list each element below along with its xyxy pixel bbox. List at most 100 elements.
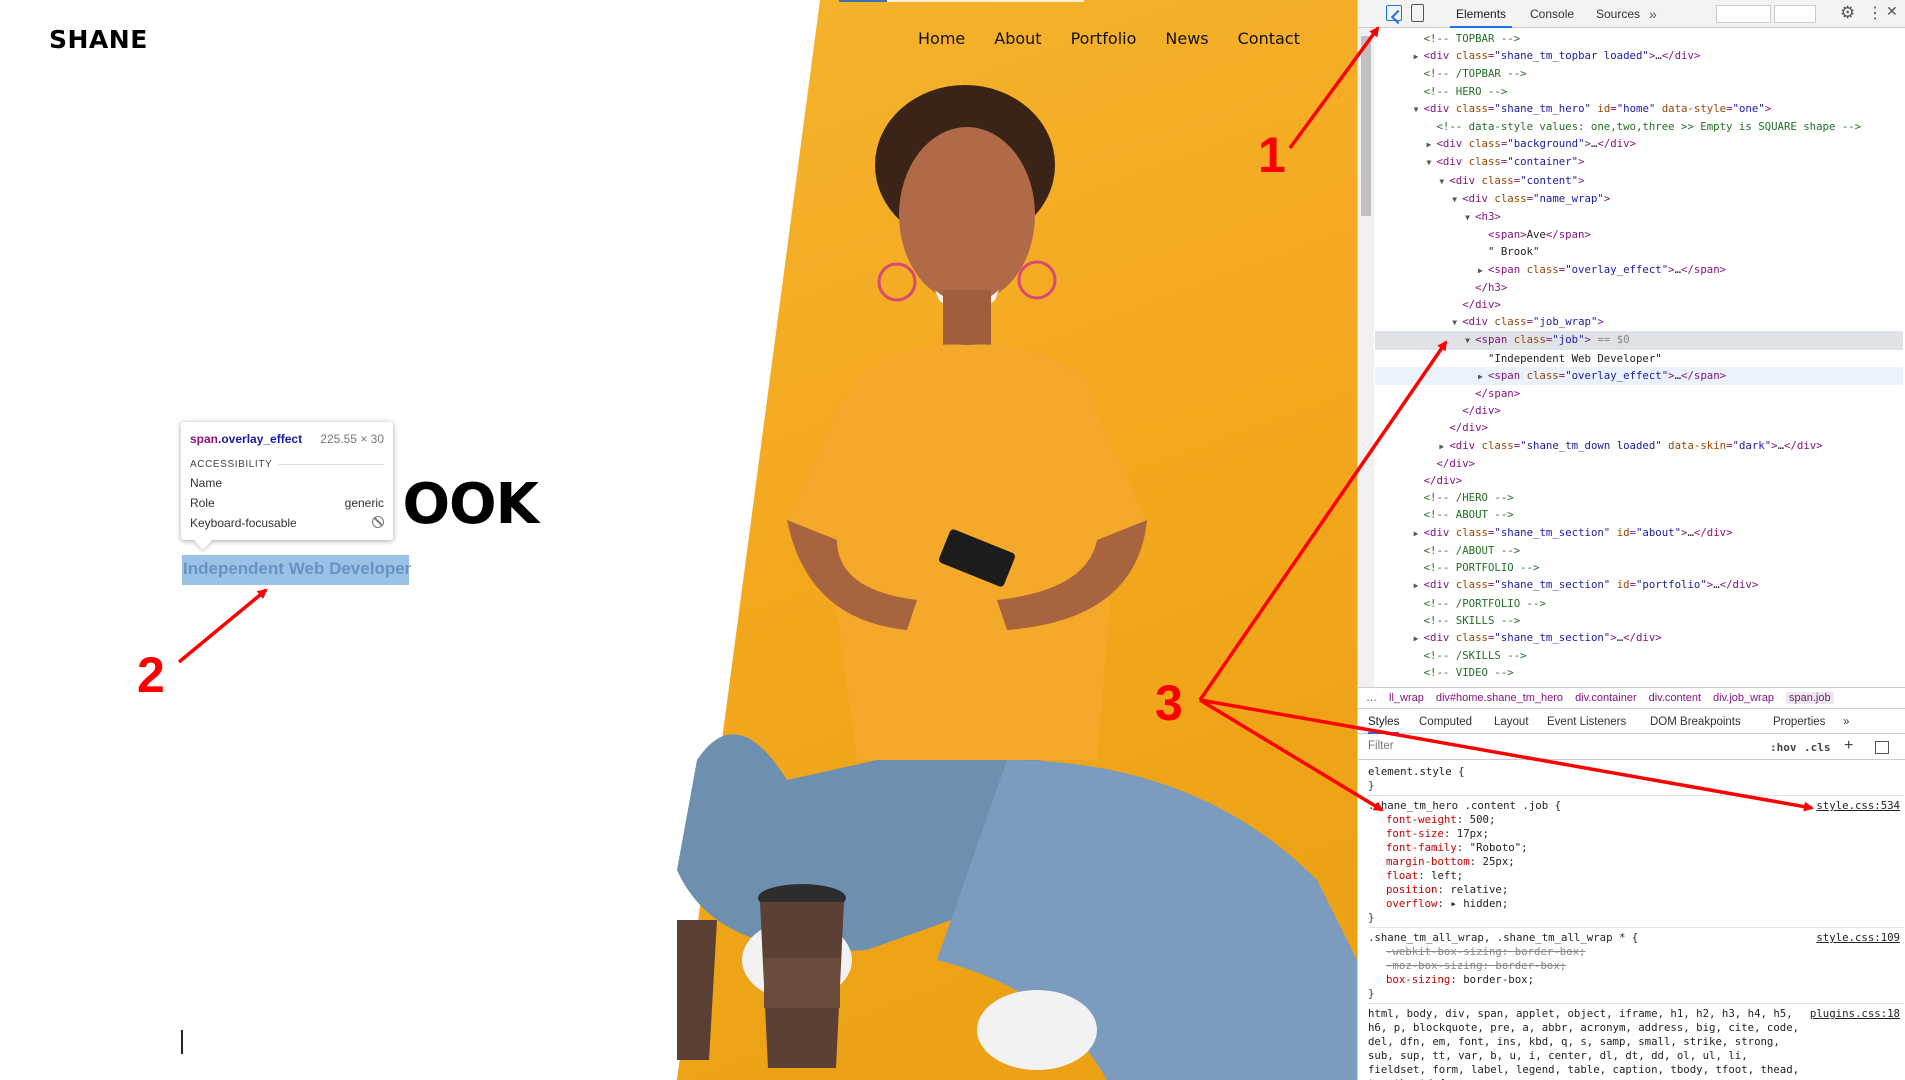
new-rule-plus-icon[interactable]: + bbox=[1844, 737, 1853, 755]
tab-console[interactable]: Console bbox=[1530, 0, 1574, 28]
dom-node[interactable]: ▼ <div class="content"> bbox=[1375, 172, 1903, 190]
dom-node[interactable]: </div> bbox=[1375, 296, 1903, 313]
dom-node[interactable]: ▼ <div class="name_wrap"> bbox=[1375, 190, 1903, 208]
nav-contact[interactable]: Contact bbox=[1238, 29, 1300, 48]
css-rule[interactable]: .shane_tm_hero .content .job {style.css:… bbox=[1368, 796, 1904, 928]
dom-node[interactable]: <!-- HERO --> bbox=[1375, 83, 1903, 100]
css-rule[interactable]: element.style {} bbox=[1368, 762, 1904, 796]
kebab-menu-icon[interactable]: ⋮ bbox=[1867, 3, 1883, 23]
tab-dom-breakpoints[interactable]: DOM Breakpoints bbox=[1650, 710, 1741, 734]
dom-node[interactable]: ▶ <span class="overlay_effect">…</span> bbox=[1375, 261, 1903, 279]
dom-node[interactable]: <span>Ave</span> bbox=[1375, 226, 1903, 243]
css-property-name[interactable]: -moz-box-sizing bbox=[1386, 959, 1483, 972]
css-source-link[interactable]: style.css:534 bbox=[1816, 799, 1900, 813]
dom-node[interactable]: ▼ <div class="container"> bbox=[1375, 153, 1903, 171]
nav-about[interactable]: About bbox=[994, 29, 1041, 48]
dom-node[interactable]: ▶<div class="shane_tm_section">…</div> bbox=[1375, 629, 1903, 647]
tab-styles[interactable]: Styles bbox=[1368, 710, 1400, 734]
breadcrumb-item[interactable]: div.content bbox=[1649, 692, 1701, 704]
css-property[interactable]: margin-bottom: 25px; bbox=[1368, 855, 1904, 869]
collapse-arrow-icon[interactable]: ▼ bbox=[1414, 101, 1424, 118]
css-property[interactable]: position: relative; bbox=[1368, 883, 1904, 897]
toggle-sidebar-icon[interactable] bbox=[1875, 741, 1889, 754]
css-property-value[interactable]: 500; bbox=[1470, 813, 1496, 826]
expand-arrow-icon[interactable]: ▶ bbox=[1414, 48, 1424, 65]
dom-scrollbar-thumb[interactable] bbox=[1361, 36, 1371, 216]
dom-node[interactable]: ▶ <div class="shane_tm_down loaded" data-… bbox=[1375, 437, 1903, 455]
dom-node[interactable]: <!-- /PORTFOLIO --> bbox=[1375, 595, 1903, 612]
css-rule[interactable]: html, body, div, span, applet, object, i… bbox=[1368, 1004, 1904, 1080]
css-property-name[interactable]: overflow bbox=[1386, 897, 1437, 910]
tab-event-listeners[interactable]: Event Listeners bbox=[1547, 710, 1626, 734]
collapse-arrow-icon[interactable]: ▼ bbox=[1465, 209, 1475, 226]
collapse-arrow-icon[interactable]: ▼ bbox=[1452, 314, 1462, 331]
css-property-value[interactable]: relative; bbox=[1450, 883, 1508, 896]
tab-computed[interactable]: Computed bbox=[1419, 710, 1472, 734]
expand-arrow-icon[interactable]: ▶ bbox=[1414, 577, 1424, 594]
dom-node[interactable]: ▶ <div class="shane_tm_section" id="about… bbox=[1375, 524, 1903, 542]
breadcrumb-item[interactable]: ll_wrap bbox=[1389, 692, 1424, 704]
dom-node[interactable]: ▶ <div class="shane_tm_section" id="portf… bbox=[1375, 576, 1903, 594]
nav-news[interactable]: News bbox=[1165, 29, 1208, 48]
expand-arrow-icon[interactable]: ▶ bbox=[1414, 683, 1424, 686]
breadcrumb-item[interactable]: span.job bbox=[1785, 692, 1834, 704]
dom-node[interactable]: <!-- /SKILLS --> bbox=[1375, 647, 1903, 664]
dom-node[interactable]: ▶<div class="shane_tm_section">…</div> bbox=[1375, 682, 1903, 686]
dom-node[interactable]: </div> bbox=[1375, 419, 1903, 436]
dom-node[interactable]: <!-- PORTFOLIO --> bbox=[1375, 559, 1903, 576]
expand-arrow-icon[interactable]: ▶ bbox=[1414, 630, 1424, 647]
css-property[interactable]: float: left; bbox=[1368, 869, 1904, 883]
dom-node[interactable]: "Independent Web Developer" bbox=[1375, 350, 1903, 367]
css-property[interactable]: box-sizing: border-box; bbox=[1368, 973, 1904, 987]
css-property[interactable]: -moz-box-sizing: border-box; bbox=[1368, 959, 1904, 973]
dom-node[interactable]: <!-- /ABOUT --> bbox=[1375, 542, 1903, 559]
dom-node[interactable]: </span> bbox=[1375, 385, 1903, 402]
collapse-arrow-icon[interactable]: ▼ bbox=[1465, 332, 1475, 349]
breadcrumb-item[interactable]: … bbox=[1366, 692, 1377, 704]
dom-node[interactable]: ▼ <h3> bbox=[1375, 208, 1903, 226]
dom-node[interactable]: </div> bbox=[1375, 455, 1903, 472]
inspect-element-icon[interactable] bbox=[1386, 5, 1402, 21]
css-property-value[interactable]: border-box; bbox=[1515, 945, 1586, 958]
dom-node[interactable]: <!-- VIDEO --> bbox=[1375, 664, 1903, 681]
hov-toggle[interactable]: :hov bbox=[1770, 741, 1797, 754]
css-property-value[interactable]: left; bbox=[1431, 869, 1463, 882]
css-rule[interactable]: .shane_tm_all_wrap, .shane_tm_all_wrap *… bbox=[1368, 928, 1904, 1004]
device-toolbar-icon[interactable] bbox=[1411, 4, 1424, 22]
dom-node[interactable]: <!-- ABOUT --> bbox=[1375, 506, 1903, 523]
collapse-arrow-icon[interactable]: ▼ bbox=[1426, 154, 1436, 171]
breadcrumb-item[interactable]: div.container bbox=[1575, 692, 1637, 704]
dom-node[interactable]: ▶ <div class="background">…</div> bbox=[1375, 135, 1903, 153]
nav-portfolio[interactable]: Portfolio bbox=[1071, 29, 1137, 48]
collapse-arrow-icon[interactable]: ▼ bbox=[1439, 173, 1449, 190]
dom-node[interactable]: </h3> bbox=[1375, 279, 1903, 296]
css-property-value[interactable]: ▸ hidden; bbox=[1450, 897, 1508, 910]
tab-elements[interactable]: Elements bbox=[1450, 0, 1513, 28]
more-style-tabs-icon[interactable]: » bbox=[1843, 710, 1849, 734]
cls-toggle[interactable]: .cls bbox=[1804, 741, 1831, 754]
expand-arrow-icon[interactable]: ▶ bbox=[1439, 438, 1449, 455]
expand-arrow-icon[interactable]: ▶ bbox=[1478, 368, 1488, 385]
css-property-value[interactable]: 25px; bbox=[1483, 855, 1515, 868]
tab-properties[interactable]: Properties bbox=[1773, 710, 1825, 734]
dom-node[interactable]: <!-- /TOPBAR --> bbox=[1375, 65, 1903, 82]
dom-node[interactable]: <!-- /HERO --> bbox=[1375, 489, 1903, 506]
css-property-name[interactable]: font-size bbox=[1386, 827, 1444, 840]
css-selector[interactable]: element.style { bbox=[1368, 765, 1904, 779]
css-property-name[interactable]: float bbox=[1386, 869, 1418, 882]
dom-node[interactable]: <!-- data-style values: one,two,three >>… bbox=[1375, 118, 1903, 135]
dom-node[interactable]: ▶ <div class="shane_tm_topbar loaded">…</… bbox=[1375, 47, 1903, 65]
dom-node[interactable]: </div> bbox=[1375, 472, 1903, 489]
css-source-link[interactable]: style.css:109 bbox=[1816, 931, 1900, 945]
warning-count-box[interactable] bbox=[1774, 5, 1816, 23]
site-logo[interactable]: SHANE bbox=[49, 25, 148, 54]
css-property[interactable]: font-family: "Roboto"; bbox=[1368, 841, 1904, 855]
dom-node[interactable]: </div> bbox=[1375, 402, 1903, 419]
css-property-value[interactable]: border-box; bbox=[1463, 973, 1534, 986]
dom-node[interactable]: ▶ <span class="overlay_effect">…</span> bbox=[1375, 366, 1903, 386]
dom-node[interactable]: " Brook" bbox=[1375, 243, 1903, 260]
css-property-name[interactable]: font-weight bbox=[1386, 813, 1457, 826]
css-property[interactable]: -webkit-box-sizing: border-box; bbox=[1368, 945, 1904, 959]
dom-node[interactable]: ▼ <div class="job_wrap"> bbox=[1375, 313, 1903, 331]
css-property-name[interactable]: margin-bottom bbox=[1386, 855, 1470, 868]
